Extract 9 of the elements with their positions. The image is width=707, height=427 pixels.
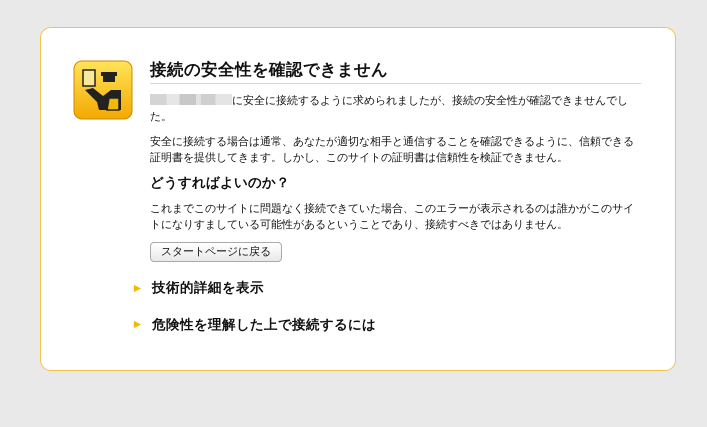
explanation-text: 安全に接続する場合は通常、あなたが適切な相手と通信することを確認できるように、信頼できる証明書を提供してきます。しかし、このサイトの証明書は信頼性を検証できません。: [150, 134, 635, 166]
expander-toggle[interactable]: 技術的詳細を表示: [133, 278, 641, 299]
advice-text: これまでこのサイトに問題なく接続できていた場合、このエラーが表示されるのは誰かがこのサイトになりすましている可能性があるということであり、接続すべきではありません。: [150, 200, 635, 233]
expander-toggle[interactable]: 危険性を理解した上で接続するには: [133, 314, 641, 335]
intro-text: に安全に接続するように求められましたが、接続の安全性が確認できませんでした。: [150, 92, 629, 125]
section-heading: どうすればよいのか？: [150, 174, 291, 191]
page-title: 接続の安全性を確認できません: [150, 60, 641, 84]
back-button[interactable]: スタートページに戻る: [150, 242, 282, 262]
officer-icon: [73, 60, 133, 122]
